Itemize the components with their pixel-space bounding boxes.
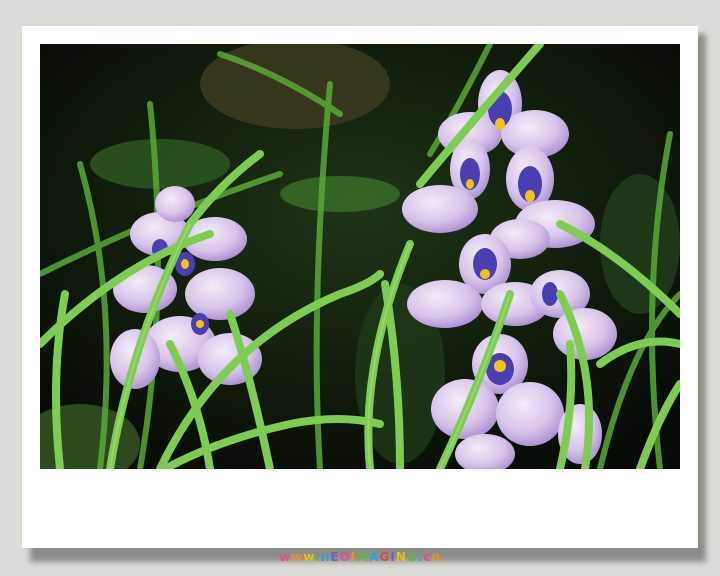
- watermark: www.nEOIMAGING.cn: [0, 550, 720, 564]
- watermark-letter: c: [423, 550, 432, 564]
- flower-photo: [40, 44, 680, 469]
- watermark-letter: E: [330, 550, 340, 564]
- watermark-letter: G: [379, 550, 391, 564]
- watermark-letter: G: [406, 550, 418, 564]
- watermark-letter: w: [291, 550, 304, 564]
- flower-photo-image: [40, 44, 680, 469]
- watermark-letter: A: [369, 550, 380, 564]
- watermark-letter: w: [279, 550, 292, 564]
- watermark-letter: O: [339, 550, 351, 564]
- watermark-letter: w: [303, 550, 316, 564]
- watermark-letter: M: [356, 550, 370, 564]
- watermark-letter: N: [395, 550, 407, 564]
- watermark-letter: n: [320, 550, 331, 564]
- watermark-letter: n: [431, 550, 441, 564]
